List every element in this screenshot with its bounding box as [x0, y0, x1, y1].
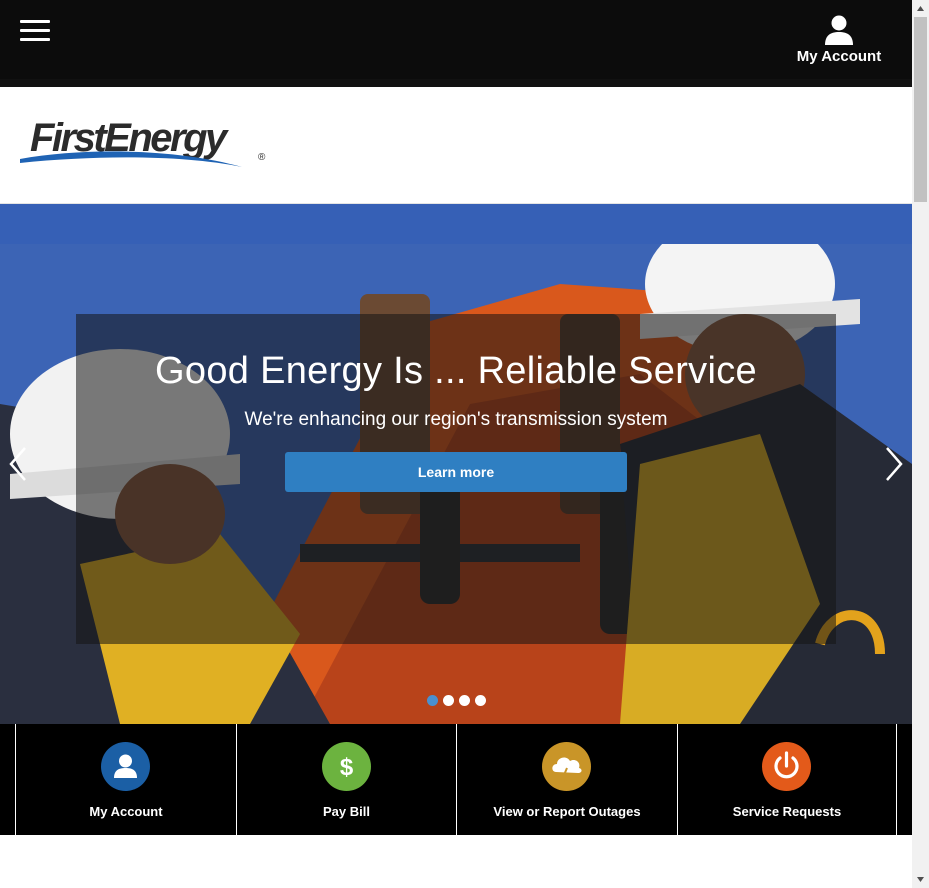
firstenergy-logo[interactable]: FirstEnergy ®	[18, 107, 278, 177]
menu-line	[20, 38, 50, 41]
quick-link-label: My Account	[89, 804, 163, 819]
carousel-next-button[interactable]	[882, 444, 906, 484]
logo-bar: FirstEnergy ®	[0, 87, 912, 204]
dollar-icon: $	[322, 742, 371, 791]
quick-link-my-account[interactable]: My Account	[16, 724, 236, 835]
storm-cloud-icon	[542, 742, 591, 791]
hero-carousel: Good Energy Is ... Reliable Service We'r…	[0, 204, 912, 724]
svg-text:$: $	[340, 754, 354, 781]
user-icon	[101, 742, 150, 791]
carousel-dot-3[interactable]	[459, 695, 470, 706]
chevron-left-icon	[9, 447, 26, 481]
header-divider	[0, 79, 912, 87]
top-navigation-bar: My Account	[0, 0, 912, 79]
quick-link-pay-bill[interactable]: $ Pay Bill	[237, 724, 456, 835]
chevron-right-icon	[886, 447, 903, 481]
user-icon	[825, 15, 853, 45]
quick-link-edge-left	[0, 724, 15, 835]
quick-link-label: Pay Bill	[323, 804, 370, 819]
quick-link-label: Service Requests	[732, 804, 842, 819]
logo-registered-mark: ®	[258, 152, 266, 163]
scrollbar-thumb[interactable]	[914, 17, 927, 202]
power-icon	[762, 742, 811, 791]
quick-link-edge-right	[897, 724, 912, 835]
quick-link-outages[interactable]: View or Report Outages	[457, 724, 677, 835]
quick-links-bar: My Account $ Pay Bill View or Report Out…	[0, 724, 912, 835]
learn-more-button[interactable]: Learn more	[285, 452, 627, 492]
menu-line	[20, 29, 50, 32]
scroll-down-arrow-icon[interactable]	[912, 871, 929, 888]
carousel-prev-button[interactable]	[6, 444, 30, 484]
carousel-dot-1[interactable]	[427, 695, 438, 706]
hero-title: Good Energy Is ... Reliable Service	[155, 350, 757, 392]
hero-subtitle: We're enhancing our region's transmissio…	[244, 409, 668, 430]
my-account-link[interactable]: My Account	[790, 14, 888, 68]
carousel-dot-2[interactable]	[443, 695, 454, 706]
vertical-scrollbar[interactable]	[912, 0, 929, 888]
quick-link-service-requests[interactable]: Service Requests	[678, 724, 896, 835]
quick-link-label: View or Report Outages	[493, 804, 641, 819]
carousel-dot-4[interactable]	[475, 695, 486, 706]
menu-line	[20, 20, 50, 23]
scroll-up-arrow-icon[interactable]	[912, 0, 929, 17]
my-account-label: My Account	[796, 48, 882, 65]
hamburger-menu-icon[interactable]	[20, 20, 50, 42]
